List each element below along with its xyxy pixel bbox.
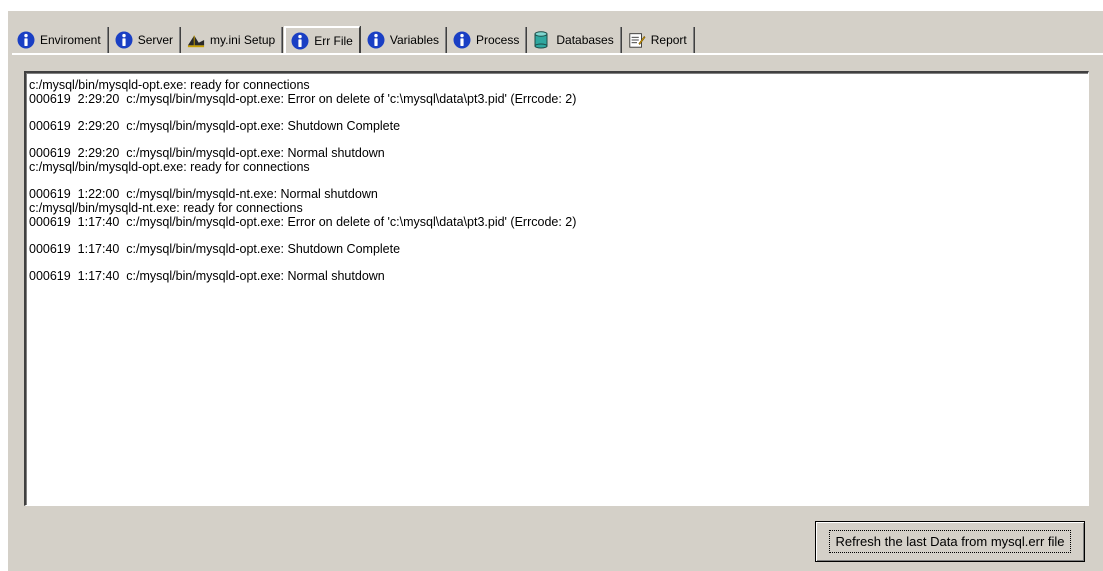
- setup-icon: [187, 31, 205, 49]
- tab-myini-setup[interactable]: my.ini Setup: [182, 27, 283, 53]
- tab-report[interactable]: Report: [623, 27, 694, 53]
- tab-panel-edge: [12, 53, 1103, 55]
- log-blank-line: [29, 229, 1085, 242]
- tab-server[interactable]: Server: [110, 27, 181, 53]
- info-icon: [367, 31, 385, 49]
- log-line: c:/mysql/bin/mysqld-opt.exe: ready for c…: [29, 78, 310, 92]
- log-blank-line: [29, 106, 1085, 119]
- log-line: c:/mysql/bin/mysqld-opt.exe: ready for c…: [29, 160, 310, 174]
- log-line: 000619 1:17:40 c:/mysql/bin/mysqld-opt.e…: [29, 215, 577, 229]
- log-line: 000619 1:22:00 c:/mysql/bin/mysqld-nt.ex…: [29, 187, 378, 201]
- report-icon: [628, 31, 646, 49]
- info-icon: [115, 31, 133, 49]
- log-line: 000619 2:29:20 c:/mysql/bin/mysqld-opt.e…: [29, 146, 385, 160]
- tab-err-file[interactable]: Err File: [284, 26, 360, 54]
- info-icon: [453, 31, 471, 49]
- log-line: 000619 2:29:20 c:/mysql/bin/mysqld-opt.e…: [29, 92, 577, 106]
- tab-environment[interactable]: Enviroment: [12, 27, 108, 53]
- log-line: 000619 1:17:40 c:/mysql/bin/mysqld-opt.e…: [29, 269, 385, 283]
- tab-label: Report: [650, 33, 687, 47]
- database-icon: [533, 31, 551, 49]
- tab-label: Variables: [389, 33, 439, 47]
- tab-label: my.ini Setup: [210, 33, 276, 47]
- tab-label: Process: [476, 33, 520, 47]
- tab-label: Databases: [556, 33, 614, 47]
- tab-label: Server: [137, 33, 174, 47]
- log-line: 000619 1:17:40 c:/mysql/bin/mysqld-opt.e…: [29, 242, 401, 256]
- tab-variables[interactable]: Variables: [362, 27, 446, 53]
- tab-databases[interactable]: Databases: [528, 27, 621, 53]
- log-line: c:/mysql/bin/mysqld-nt.exe: ready for co…: [29, 201, 303, 215]
- tab-strip: Enviroment Server my.ini Setup Err File …: [12, 25, 696, 54]
- log-blank-line: [29, 133, 1085, 146]
- refresh-err-file-button[interactable]: Refresh the last Data from mysql.err fil…: [815, 521, 1085, 562]
- refresh-button-label: Refresh the last Data from mysql.err fil…: [829, 530, 1071, 553]
- err-file-log[interactable]: c:/mysql/bin/mysqld-opt.exe: ready for c…: [24, 71, 1089, 506]
- info-icon: [17, 31, 35, 49]
- info-icon: [291, 32, 309, 50]
- tab-label: Err File: [314, 34, 353, 48]
- log-blank-line: [29, 174, 1085, 187]
- log-blank-line: [29, 256, 1085, 269]
- tab-process[interactable]: Process: [448, 27, 527, 53]
- tab-label: Enviroment: [40, 33, 101, 47]
- log-line: 000619 2:29:20 c:/mysql/bin/mysqld-opt.e…: [29, 119, 401, 133]
